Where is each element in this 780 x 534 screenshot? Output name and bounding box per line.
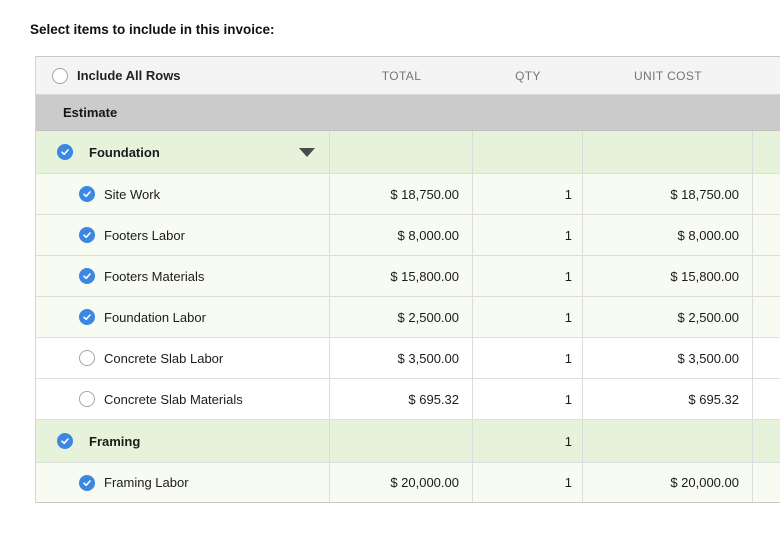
row-label: Footers Materials bbox=[104, 269, 204, 284]
row-item-cell: Foundation Labor bbox=[36, 297, 330, 337]
table-row[interactable]: Foundation Labor $ 2,500.001$ 2,500.00 bbox=[36, 297, 780, 338]
row-total-cell: $ 18,750.00 bbox=[330, 174, 473, 214]
row-unit-cost-cell: $ 3,500.00 bbox=[583, 338, 753, 378]
table-row[interactable]: Foundation bbox=[36, 131, 780, 174]
row-total-cell: $ 695.32 bbox=[330, 379, 473, 419]
row-item-cell: Site Work bbox=[36, 174, 330, 214]
row-checkbox-checked[interactable] bbox=[79, 186, 95, 202]
row-extra-cell bbox=[753, 215, 780, 255]
row-unit-cost-cell: $ 20,000.00 bbox=[583, 463, 753, 502]
row-qty-cell: 1 bbox=[473, 297, 583, 337]
table-row[interactable]: Site Work $ 18,750.001$ 18,750.00 bbox=[36, 174, 780, 215]
column-header-qty: QTY bbox=[473, 57, 583, 94]
column-header-extra bbox=[753, 57, 780, 94]
table-row[interactable]: Footers Labor $ 8,000.001$ 8,000.00 bbox=[36, 215, 780, 256]
row-total-cell: $ 15,800.00 bbox=[330, 256, 473, 296]
row-item-cell: Footers Labor bbox=[36, 215, 330, 255]
row-checkbox-checked[interactable] bbox=[79, 475, 95, 491]
row-label: Site Work bbox=[104, 187, 160, 202]
row-extra-cell bbox=[753, 131, 780, 173]
invoice-items-table: Include All Rows TOTAL QTY UNIT COST Est… bbox=[35, 56, 780, 503]
row-total-cell: $ 20,000.00 bbox=[330, 463, 473, 502]
row-label: Foundation bbox=[89, 145, 160, 160]
row-qty-cell: 1 bbox=[473, 379, 583, 419]
chevron-down-icon[interactable] bbox=[299, 148, 315, 157]
row-unit-cost-cell: $ 18,750.00 bbox=[583, 174, 753, 214]
include-all-checkbox[interactable] bbox=[52, 68, 68, 84]
table-row[interactable]: Concrete Slab Labor $ 3,500.001$ 3,500.00 bbox=[36, 338, 780, 379]
row-qty-cell: 1 bbox=[473, 463, 583, 502]
row-item-cell: Footers Materials bbox=[36, 256, 330, 296]
row-unit-cost-cell: $ 8,000.00 bbox=[583, 215, 753, 255]
row-label: Concrete Slab Materials bbox=[104, 392, 243, 407]
row-unit-cost-cell bbox=[583, 131, 753, 173]
section-header-estimate: Estimate bbox=[36, 95, 780, 131]
table-row[interactable]: Framing 1 bbox=[36, 420, 780, 463]
row-item-cell: Framing Labor bbox=[36, 463, 330, 502]
table-header-row: Include All Rows TOTAL QTY UNIT COST bbox=[36, 57, 780, 95]
table-row[interactable]: Concrete Slab Materials $ 695.321$ 695.32 bbox=[36, 379, 780, 420]
section-label: Estimate bbox=[36, 95, 780, 130]
row-item-cell: Concrete Slab Materials bbox=[36, 379, 330, 419]
row-checkbox-checked[interactable] bbox=[57, 433, 73, 449]
row-unit-cost-cell: $ 2,500.00 bbox=[583, 297, 753, 337]
row-label: Framing Labor bbox=[104, 475, 189, 490]
row-checkbox-checked[interactable] bbox=[57, 144, 73, 160]
row-extra-cell bbox=[753, 420, 780, 462]
row-qty-cell: 1 bbox=[473, 215, 583, 255]
row-total-cell: $ 3,500.00 bbox=[330, 338, 473, 378]
row-label: Foundation Labor bbox=[104, 310, 206, 325]
row-qty-cell: 1 bbox=[473, 174, 583, 214]
row-item-cell: Concrete Slab Labor bbox=[36, 338, 330, 378]
row-qty-cell bbox=[473, 131, 583, 173]
row-qty-cell: 1 bbox=[473, 420, 583, 462]
page-title: Select items to include in this invoice: bbox=[30, 22, 275, 37]
row-total-cell bbox=[330, 131, 473, 173]
row-unit-cost-cell: $ 695.32 bbox=[583, 379, 753, 419]
row-unit-cost-cell: $ 15,800.00 bbox=[583, 256, 753, 296]
row-checkbox-checked[interactable] bbox=[79, 309, 95, 325]
row-total-cell: $ 2,500.00 bbox=[330, 297, 473, 337]
include-all-cell: Include All Rows bbox=[36, 57, 330, 94]
include-all-label: Include All Rows bbox=[77, 68, 181, 83]
row-extra-cell bbox=[753, 463, 780, 502]
row-item-cell: Foundation bbox=[36, 131, 330, 173]
row-qty-cell: 1 bbox=[473, 256, 583, 296]
row-total-cell: $ 8,000.00 bbox=[330, 215, 473, 255]
row-label: Concrete Slab Labor bbox=[104, 351, 223, 366]
row-extra-cell bbox=[753, 256, 780, 296]
row-extra-cell bbox=[753, 338, 780, 378]
table-rows: FoundationSite Work$ 18,750.001$ 18,750.… bbox=[36, 131, 780, 502]
column-header-total: TOTAL bbox=[330, 57, 473, 94]
row-extra-cell bbox=[753, 297, 780, 337]
row-label: Framing bbox=[89, 434, 140, 449]
row-extra-cell bbox=[753, 174, 780, 214]
row-checkbox-checked[interactable] bbox=[79, 227, 95, 243]
row-unit-cost-cell bbox=[583, 420, 753, 462]
column-header-unit-cost: UNIT COST bbox=[583, 57, 753, 94]
row-item-cell: Framing bbox=[36, 420, 330, 462]
row-checkbox-unchecked[interactable] bbox=[79, 391, 95, 407]
row-checkbox-checked[interactable] bbox=[79, 268, 95, 284]
row-checkbox-unchecked[interactable] bbox=[79, 350, 95, 366]
table-row[interactable]: Footers Materials $ 15,800.001$ 15,800.00 bbox=[36, 256, 780, 297]
row-total-cell bbox=[330, 420, 473, 462]
row-extra-cell bbox=[753, 379, 780, 419]
row-label: Footers Labor bbox=[104, 228, 185, 243]
table-row[interactable]: Framing Labor $ 20,000.001$ 20,000.00 bbox=[36, 463, 780, 502]
row-qty-cell: 1 bbox=[473, 338, 583, 378]
